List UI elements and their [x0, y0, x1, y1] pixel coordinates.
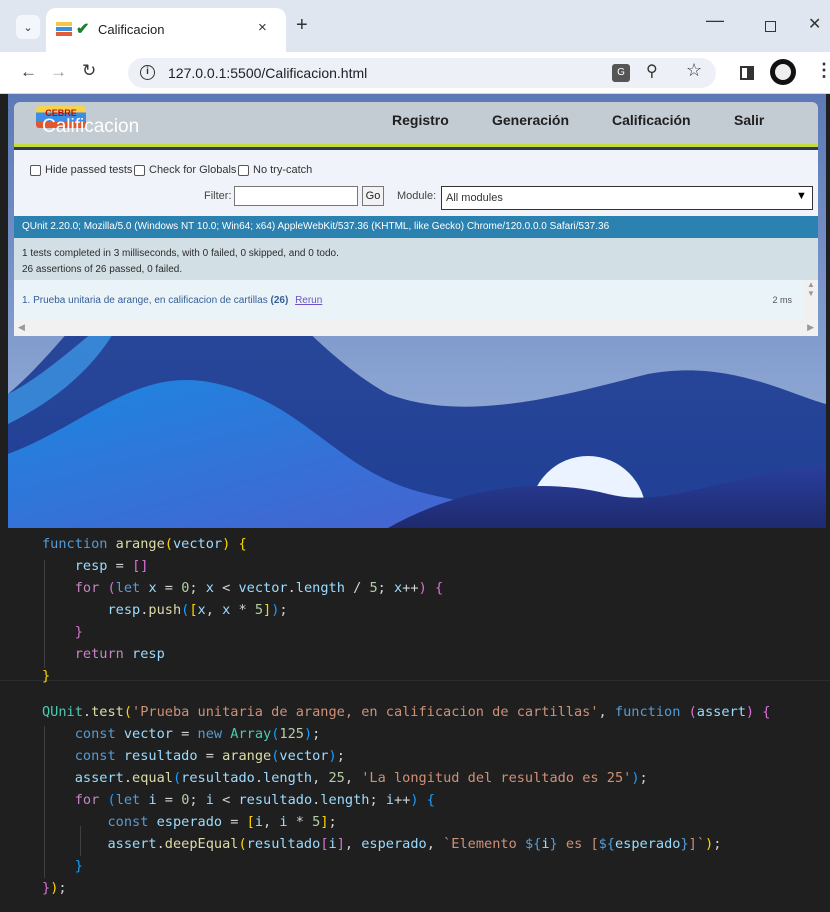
- address-toolbar: ← → ↻ i 127.0.0.1:5500/Calificacion.html…: [0, 52, 830, 94]
- test-count: (26): [270, 295, 289, 306]
- checkbox-box[interactable]: [30, 164, 41, 176]
- app-navbar: CEBRE Calificacion Registro Generación C…: [14, 102, 818, 144]
- test-name[interactable]: 1. Prueba unitaria de arange, en calific…: [22, 295, 268, 306]
- vertical-scrollbar[interactable]: ▲ ▼: [804, 280, 818, 320]
- code-line-16: });: [42, 880, 67, 896]
- tab-title: Calificacion: [98, 22, 165, 37]
- nav-registro[interactable]: Registro: [392, 112, 449, 128]
- site-favicon-icon: [56, 22, 72, 36]
- code-line-3: for (let x = 0; x < vector.length / 5; x…: [74, 580, 444, 596]
- page-viewport: CEBRE Calificacion Registro Generación C…: [8, 94, 826, 528]
- window-close-button[interactable]: ✕: [808, 14, 821, 34]
- code-line-11: assert.equal(resultado.length, 25, 'La l…: [74, 770, 648, 786]
- no-try-catch-checkbox[interactable]: No try-catch: [238, 164, 312, 176]
- code-line-6: return resp: [74, 646, 165, 662]
- filter-input[interactable]: [234, 186, 358, 206]
- qunit-toolbar: Hide passed tests Check for Globals No t…: [14, 150, 818, 216]
- code-line-12: for (let i = 0; i < resultado.length; i+…: [74, 792, 435, 808]
- tab-close-icon[interactable]: ×: [258, 19, 267, 36]
- checkbox-label: Hide passed tests: [45, 164, 133, 176]
- code-line-1: function arange(vector) {: [42, 536, 247, 552]
- checkbox-label: Check for Globals: [149, 164, 237, 176]
- code-line-15: }: [74, 858, 83, 874]
- code-line-10: const resultado = arange(vector);: [74, 748, 345, 764]
- code-line-14: assert.deepEqual(resultado[i], esperado,…: [107, 836, 722, 852]
- browser-tab[interactable]: ✔ Calificacion ×: [46, 8, 286, 52]
- browser-tabbar: ⌄ ✔ Calificacion × + — ✕: [0, 0, 830, 52]
- qunit-panel: Hide passed tests Check for Globals No t…: [14, 150, 818, 336]
- check-globals-checkbox[interactable]: Check for Globals: [134, 164, 236, 176]
- code-line-2: resp = []: [74, 558, 149, 574]
- back-arrow-icon[interactable]: ←: [20, 62, 37, 82]
- dropdown-arrow-icon[interactable]: ▼: [796, 190, 807, 202]
- side-panel-icon[interactable]: [740, 66, 754, 80]
- checkmark-icon: ✔: [76, 21, 90, 38]
- forward-arrow-icon[interactable]: →: [50, 62, 67, 82]
- nav-salir[interactable]: Salir: [734, 112, 764, 128]
- hide-passed-checkbox[interactable]: Hide passed tests: [30, 164, 132, 176]
- nav-calificacion[interactable]: Calificación: [612, 112, 691, 128]
- module-label: Module:: [397, 190, 437, 202]
- module-select[interactable]: All modules: [441, 186, 813, 210]
- editor-separator: [0, 680, 830, 681]
- code-line-13: const esperado = [i, i * 5];: [107, 814, 337, 830]
- profile-avatar-icon[interactable]: [770, 59, 796, 85]
- code-editor[interactable]: function arange(vector) { resp = [] for …: [0, 528, 830, 912]
- code-line-5: }: [74, 624, 83, 640]
- translate-icon[interactable]: G: [612, 64, 630, 82]
- minimize-button[interactable]: —: [706, 10, 724, 31]
- omnibox[interactable]: i 127.0.0.1:5500/Calificacion.html G ⚲ ☆: [128, 58, 716, 88]
- checkbox-label: No try-catch: [253, 164, 313, 176]
- code-line-9: const vector = new Array(125);: [74, 726, 321, 742]
- result-summary: 1 tests completed in 3 milliseconds, wit…: [22, 248, 339, 259]
- qunit-test-result: 1 tests completed in 3 milliseconds, wit…: [14, 238, 818, 280]
- code-line-4: resp.push([x, x * 5]);: [107, 602, 288, 618]
- qunit-user-agent: QUnit 2.20.0; Mozilla/5.0 (Windows NT 10…: [14, 216, 818, 238]
- code-line-7: }: [42, 668, 51, 684]
- filter-label: Filter:: [204, 190, 232, 202]
- menu-kebab-icon[interactable]: ⋮: [815, 60, 830, 81]
- code-line-8: QUnit.test('Prueba unitaria de arange, e…: [42, 704, 771, 720]
- new-tab-button[interactable]: +: [296, 14, 308, 37]
- url-text[interactable]: 127.0.0.1:5500/Calificacion.html: [168, 65, 367, 81]
- zoom-icon[interactable]: ⚲: [646, 61, 658, 81]
- checkbox-box[interactable]: [134, 164, 145, 176]
- result-assertions: 26 assertions of 26 passed, 0 failed.: [22, 264, 183, 275]
- test-duration: 2 ms: [772, 295, 792, 305]
- nav-generacion[interactable]: Generación: [492, 112, 569, 128]
- go-button[interactable]: Go: [362, 186, 384, 206]
- brand-title: Calificacion: [42, 116, 140, 137]
- tab-search-chevron-icon[interactable]: ⌄: [16, 15, 40, 39]
- site-info-icon[interactable]: i: [140, 65, 155, 80]
- rerun-link[interactable]: Rerun: [295, 295, 322, 306]
- reload-icon[interactable]: ↻: [82, 61, 96, 81]
- bookmark-star-icon[interactable]: ☆: [686, 60, 702, 81]
- checkbox-box[interactable]: [238, 164, 249, 176]
- qunit-test-item[interactable]: 1. Prueba unitaria de arange, en calific…: [14, 280, 818, 320]
- horizontal-scrollbar[interactable]: ◀ ▶: [14, 320, 818, 336]
- maximize-button[interactable]: [765, 21, 776, 32]
